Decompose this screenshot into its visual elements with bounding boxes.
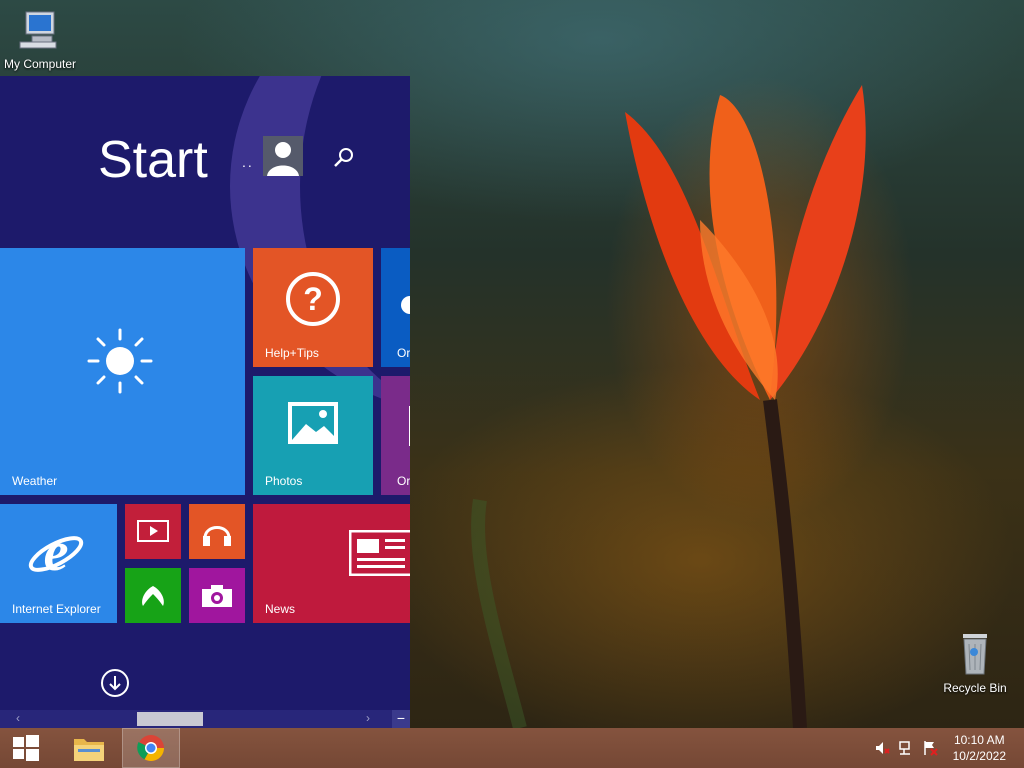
tile-video[interactable] <box>125 504 181 559</box>
tile-photos[interactable]: Photos <box>253 376 373 495</box>
user-icon <box>267 142 299 176</box>
folder-icon <box>74 739 104 761</box>
search-button[interactable] <box>332 146 356 170</box>
search-icon <box>334 148 353 167</box>
tile-ie-label: Internet Explorer <box>12 602 101 616</box>
tile-onedrive[interactable]: Or <box>381 248 410 367</box>
tile-internet-explorer[interactable]: e Internet Explorer <box>0 504 117 623</box>
my-computer-label: My Computer <box>3 57 77 71</box>
start-button[interactable] <box>0 728 52 768</box>
start-menu: Start .. Weather ? Help+Tips Or Photos O… <box>0 76 410 728</box>
cloud-icon <box>401 296 410 314</box>
tile-news-label: News <box>265 602 296 616</box>
tile-weather[interactable]: Weather <box>0 248 245 495</box>
onenote-icon <box>409 406 410 446</box>
user-name-dots[interactable]: .. <box>242 154 254 170</box>
clock-date: 10/2/2022 <box>952 749 1006 763</box>
tile-help-tips-label: Help+Tips <box>265 346 319 360</box>
sun-icon <box>87 328 153 394</box>
ie-icon: e <box>28 522 84 582</box>
tile-weather-label: Weather <box>12 474 58 488</box>
all-apps-button[interactable] <box>100 668 129 697</box>
volume-muted-icon[interactable] <box>874 740 890 756</box>
arrow-down-circle-icon <box>101 669 129 697</box>
xbox-icon <box>142 586 164 606</box>
trash-icon <box>963 634 987 675</box>
tile-onedrive-label: Or <box>397 346 410 360</box>
system-clock[interactable]: 10:10 AM 10/2/2022 <box>953 732 1006 764</box>
question-icon: ? <box>286 272 340 326</box>
network-icon[interactable] <box>898 740 914 756</box>
clock-time: 10:10 AM <box>953 733 1005 747</box>
tile-camera[interactable] <box>189 568 245 623</box>
recycle-bin-icon[interactable]: Recycle Bin <box>940 630 1010 695</box>
video-icon <box>137 520 169 542</box>
tile-games[interactable] <box>125 568 181 623</box>
file-explorer-button[interactable] <box>62 728 116 768</box>
scroll-right-icon[interactable]: › <box>366 711 370 725</box>
user-avatar[interactable] <box>263 136 303 176</box>
headphones-icon <box>203 526 231 546</box>
action-center-flag-icon[interactable] <box>922 740 938 756</box>
zoom-out-button[interactable]: − <box>392 710 410 728</box>
tile-onenote[interactable]: Or <box>381 376 410 495</box>
svg-text:?: ? <box>303 281 323 317</box>
scroll-thumb[interactable] <box>137 712 203 726</box>
computer-icon <box>19 11 57 49</box>
chrome-button[interactable] <box>122 728 180 768</box>
tile-help-tips[interactable]: ? Help+Tips <box>253 248 373 367</box>
start-title: Start <box>98 131 208 189</box>
camera-icon <box>202 585 232 607</box>
tile-music[interactable] <box>189 504 245 559</box>
news-icon <box>349 530 410 576</box>
tile-onenote-label: Or <box>397 474 410 488</box>
tile-photos-label: Photos <box>265 474 303 488</box>
my-computer-icon[interactable]: My Computer <box>2 8 78 71</box>
horizontal-scrollbar[interactable]: ‹ › − <box>0 710 410 728</box>
photo-icon <box>288 402 338 444</box>
scroll-left-icon[interactable]: ‹ <box>16 711 20 725</box>
chrome-icon <box>137 735 165 762</box>
recycle-bin-label: Recycle Bin <box>943 681 1007 695</box>
svg-text:e: e <box>44 522 69 582</box>
taskbar: 10:10 AM 10/2/2022 <box>0 728 1024 768</box>
tile-news[interactable]: News <box>253 504 410 623</box>
windows-logo-icon <box>13 735 39 761</box>
